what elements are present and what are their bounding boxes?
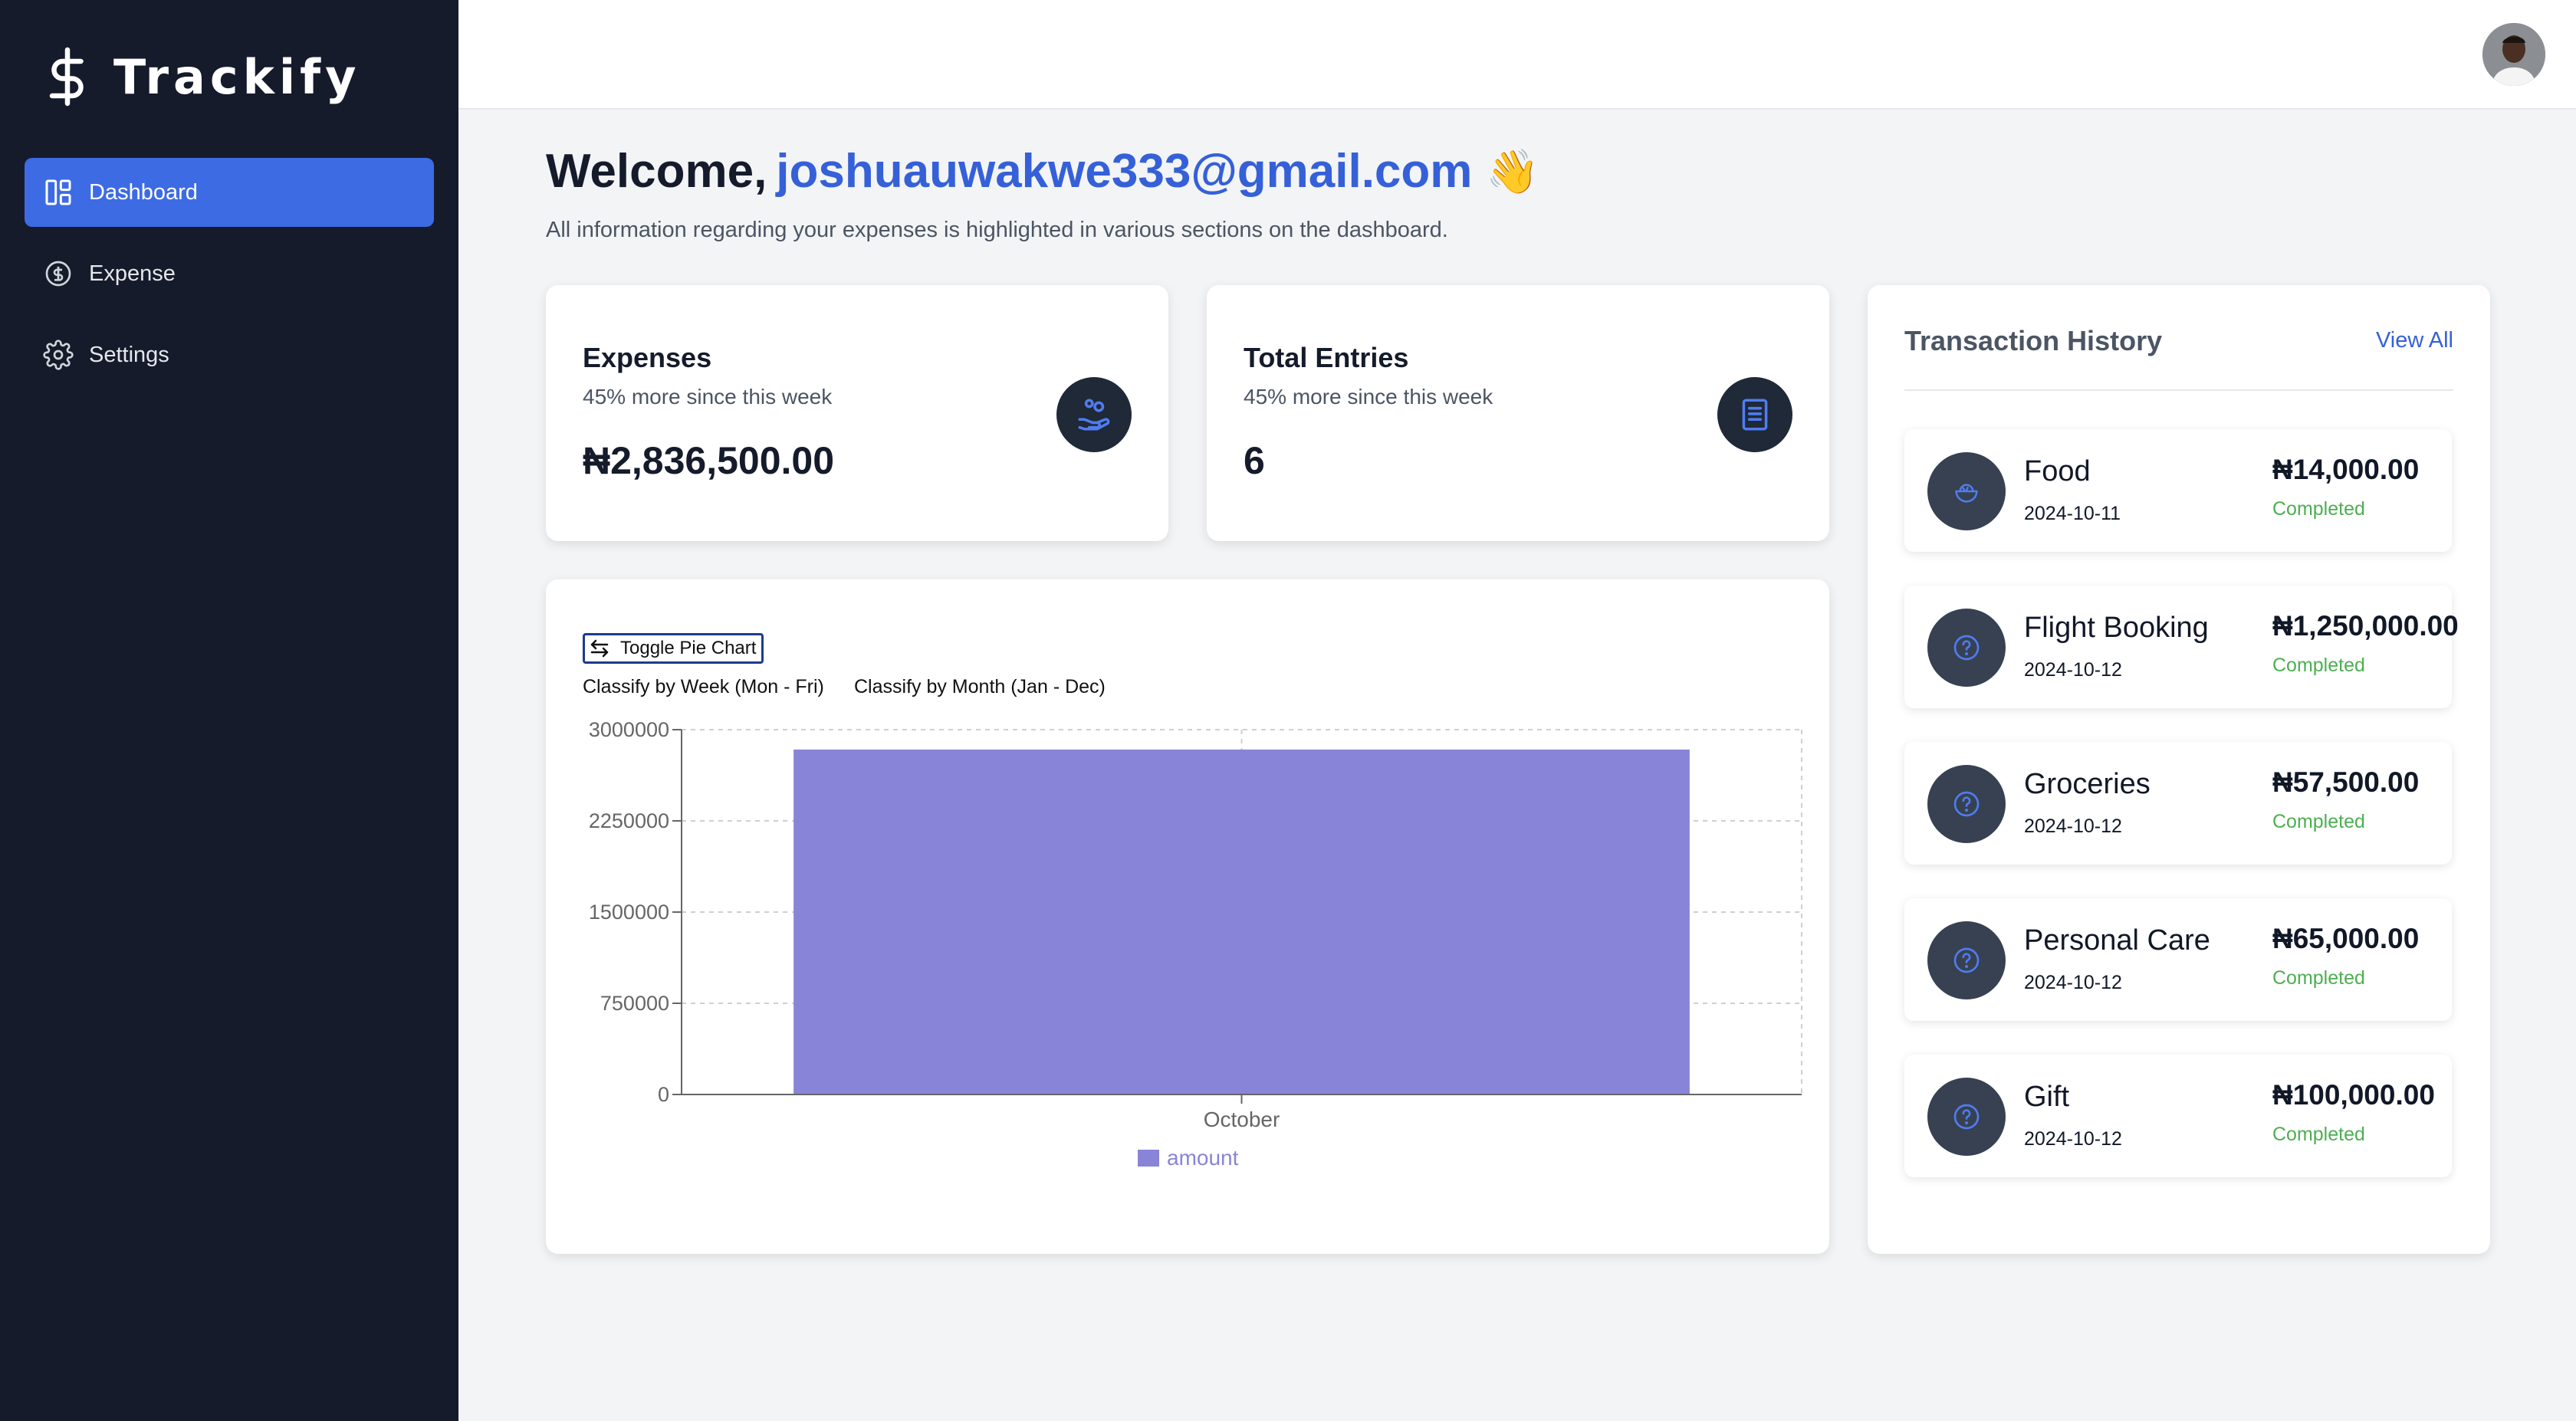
transaction-row[interactable]: Gift 2024-10-12 ₦100,000.00 Completed: [1904, 1055, 2452, 1177]
sidebar-item-label: Dashboard: [89, 179, 198, 205]
chart-bar-october: [794, 749, 1690, 1094]
sidebar-item-expense[interactable]: Expense: [25, 239, 434, 308]
entries-card: Total Entries 45% more since this week 6: [1207, 285, 1829, 541]
question-circle-icon: [1953, 1104, 1980, 1130]
transaction-amount: ₦14,000.00: [2272, 454, 2420, 485]
waving-hand-icon: 👋: [1486, 146, 1540, 195]
food-bowl-icon: [1955, 484, 1978, 503]
transaction-status: Completed: [2272, 655, 2365, 676]
transaction-icon-badge: [1927, 921, 2006, 999]
expense-bar-chart: 0 750000 1500000 2250000 3000000 October amoun…: [589, 718, 1802, 1170]
transaction-name: Gift: [2024, 1081, 2070, 1113]
transaction-date: 2024-10-12: [2024, 1128, 2122, 1150]
page-subtitle: All information regarding your expenses …: [546, 218, 1448, 242]
transaction-row[interactable]: Personal Care 2024-10-12 ₦65,000.00 Complet…: [1904, 898, 2452, 1021]
transaction-row[interactable]: Groceries 2024-10-12 ₦57,500.00 Completed: [1904, 742, 2452, 865]
transaction-date: 2024-10-12: [2024, 659, 2122, 681]
expenses-badge: [1056, 377, 1132, 452]
toggle-pie-chart-button[interactable]: Toggle Pie Chart: [583, 633, 764, 664]
y-tick-label: 750000: [600, 992, 669, 1015]
expenses-value: ₦2,836,500.00: [583, 439, 835, 482]
chart-card: Toggle Pie Chart Classify by Week (Mon -…: [546, 579, 1829, 1254]
question-circle-icon: [1953, 635, 1980, 661]
transaction-icon-badge: [1927, 452, 2006, 530]
topbar: [458, 0, 2576, 110]
transaction-status: Completed: [2272, 498, 2365, 520]
transaction-row[interactable]: Flight Booking 2024-10-12 ₦1,250,000.00 Com…: [1904, 586, 2459, 708]
dollar-sign-icon: [49, 47, 84, 107]
brand-name: Trackify: [113, 48, 361, 105]
transaction-status: Completed: [2272, 967, 2365, 989]
entries-title: Total Entries: [1244, 342, 1409, 373]
welcome-greeting: Welcome,: [546, 145, 767, 198]
dollar-circle-icon: [45, 261, 71, 287]
classify-month-button[interactable]: Classify by Month (Jan - Dec): [854, 676, 1106, 698]
transaction-amount: ₦65,000.00: [2272, 923, 2420, 954]
view-all-link[interactable]: View All: [2376, 328, 2453, 353]
transaction-amount: ₦100,000.00: [2272, 1079, 2435, 1111]
x-tick-label: October: [1204, 1108, 1280, 1131]
y-tick-label: 1500000: [589, 901, 669, 924]
legend-swatch: [1138, 1150, 1159, 1167]
classify-week-button[interactable]: Classify by Week (Mon - Fri): [583, 676, 824, 698]
sidebar-nav: Dashboard Expense Settings: [25, 158, 434, 402]
question-circle-icon: [1953, 791, 1980, 817]
brand[interactable]: Trackify: [44, 46, 361, 107]
transaction-status: Completed: [2272, 811, 2365, 832]
toggle-pie-chart-label: Toggle Pie Chart: [620, 638, 757, 658]
page-title: Welcome, joshuauwakwe333@gmail.com 👋: [546, 144, 1539, 199]
transaction-icon-badge: [1927, 765, 2006, 843]
entries-subtitle: 45% more since this week: [1244, 385, 1493, 409]
transaction-name: Food: [2024, 455, 2091, 487]
expenses-card: Expenses 45% more since this week ₦2,836…: [546, 285, 1168, 541]
transaction-name: Personal Care: [2024, 924, 2210, 957]
document-list-icon: [1742, 399, 1768, 431]
transaction-history-card: Transaction History View All Food 2024-10…: [1868, 285, 2490, 1254]
sidebar-item-settings[interactable]: Settings: [25, 320, 434, 389]
hand-coins-icon: [1078, 399, 1110, 431]
transaction-icon-badge: [1927, 609, 2006, 687]
avatar[interactable]: [2482, 23, 2545, 86]
legend-label: amount: [1167, 1146, 1239, 1170]
transaction-name: Flight Booking: [2024, 612, 2209, 644]
question-circle-icon: [1953, 947, 1980, 973]
sidebar: Trackify Dashboard Expense Settings: [0, 0, 458, 1421]
expenses-title: Expenses: [583, 342, 712, 373]
transaction-name: Groceries: [2024, 768, 2150, 800]
gear-icon: [43, 340, 74, 370]
user-avatar-icon: [2482, 23, 2545, 86]
dashboard-icon: [45, 179, 71, 205]
divider: [1904, 389, 2453, 391]
transaction-amount: ₦1,250,000.00: [2272, 610, 2459, 642]
sidebar-item-label: Settings: [89, 342, 169, 367]
y-tick-label: 3000000: [589, 718, 669, 741]
y-tick-label: 0: [658, 1083, 669, 1106]
transaction-date: 2024-10-12: [2024, 816, 2122, 837]
expenses-subtitle: 45% more since this week: [583, 385, 833, 409]
transaction-history-title: Transaction History: [1904, 325, 2163, 356]
transaction-row[interactable]: Food 2024-10-11 ₦14,000.00 Completed: [1904, 429, 2452, 552]
swap-arrows-icon: [590, 639, 609, 658]
sidebar-item-dashboard[interactable]: Dashboard: [25, 158, 434, 227]
transaction-status: Completed: [2272, 1124, 2365, 1145]
transaction-date: 2024-10-12: [2024, 972, 2122, 993]
transaction-date: 2024-10-11: [2024, 503, 2121, 524]
transaction-amount: ₦57,500.00: [2272, 766, 2420, 798]
y-tick-label: 2250000: [589, 809, 669, 832]
sidebar-item-label: Expense: [89, 261, 176, 286]
entries-value: 6: [1244, 439, 1265, 482]
user-email: joshuauwakwe333@gmail.com: [776, 145, 1473, 198]
entries-badge: [1717, 377, 1792, 452]
transaction-icon-badge: [1927, 1078, 2006, 1156]
